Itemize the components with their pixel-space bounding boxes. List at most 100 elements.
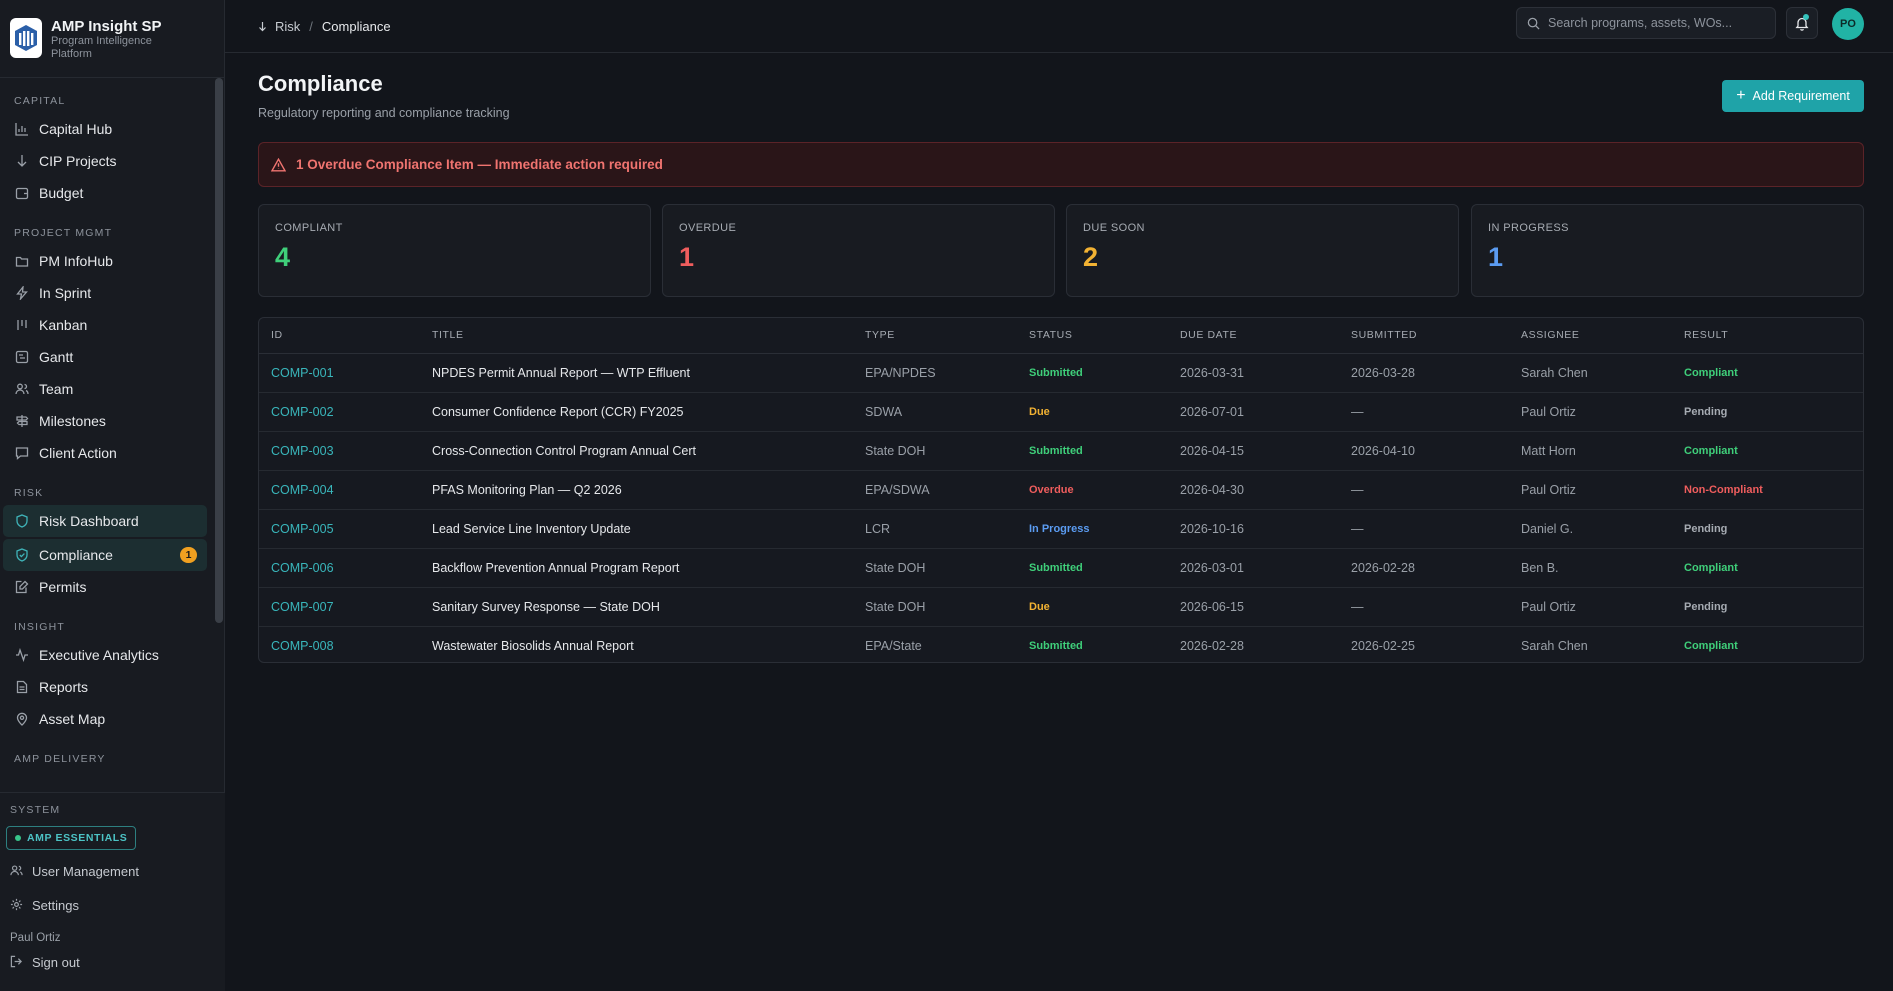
table-row[interactable]: COMP-007 Sanitary Survey Response — State… [259,587,1863,627]
row-status: Due [1017,587,1168,627]
row-title: Backflow Prevention Annual Program Repor… [420,548,853,588]
sidebar-scrollbar[interactable] [214,78,224,623]
bar-chart-icon [14,122,29,137]
sidebar-item-risk-dashboard[interactable]: Risk Dashboard [3,505,207,537]
stat-card-compliant: COMPLIANT 4 [258,204,651,297]
row-submitted: 2026-02-25 [1351,638,1415,653]
edit-doc-icon [14,580,29,595]
row-type: State DOH [853,431,1017,471]
row-title: Wastewater Biosolids Annual Report [432,638,634,653]
row-id-link[interactable]: COMP-008 [259,626,420,662]
table-row[interactable]: COMP-002 Consumer Confidence Report (CCR)… [259,392,1863,432]
brand[interactable]: AMP Insight SP Program Intelligence Plat… [0,0,224,78]
row-title: Cross-Connection Control Program Annual … [420,431,853,471]
signpost-icon [14,414,29,429]
row-type: SDWA [853,392,1017,432]
page-title: Compliance [258,71,383,96]
sidebar-item-pm-infohub[interactable]: PM InfoHub [3,245,207,277]
breadcrumb-risk[interactable]: Risk [275,19,300,34]
sidebar-item-asset-map[interactable]: Asset Map [3,703,207,735]
sidebar-item-executive-analytics[interactable]: Executive Analytics [3,639,207,671]
add-requirement-button[interactable]: + Add Requirement [1722,80,1864,112]
search-input[interactable] [1548,16,1748,30]
table-row[interactable]: COMP-004 PFAS Monitoring Plan — Q2 2026 EP… [259,470,1863,510]
nav-section-amp-delivery: AMP DELIVERY [14,753,106,765]
stat-card-in-progress: IN PROGRESS 1 [1471,204,1864,297]
sidebar-item-kanban[interactable]: Kanban [3,309,207,341]
system-panel: SYSTEM AMP ESSENTIALS User Management Se… [0,792,225,991]
sidebar-item-cip-projects[interactable]: CIP Projects [3,145,207,177]
gear-icon [10,898,24,912]
sidebar-scrollbar-thumb[interactable] [215,78,223,623]
message-icon [14,446,29,461]
table-row[interactable]: COMP-003 Cross-Connection Control Program… [259,431,1863,471]
sidebar-item-client-action[interactable]: Client Action [3,437,207,469]
row-status: Submitted [1029,639,1083,652]
sidebar: AMP Insight SP Program Intelligence Plat… [0,0,225,991]
file-text-icon [14,680,29,695]
sidebar-item-user-management[interactable]: User Management [0,854,225,888]
row-id-link[interactable]: COMP-005 [259,509,420,549]
row-type: State DOH [853,587,1017,627]
sidebar-item-reports[interactable]: Reports [3,671,207,703]
sidebar-item-milestones[interactable]: Milestones [3,405,207,437]
row-assignee: Matt Horn [1509,431,1672,471]
row-assignee: Daniel G. [1509,509,1672,549]
search-box[interactable] [1516,7,1776,39]
row-type: EPA/State [865,638,922,653]
row-id-link[interactable]: COMP-007 [259,587,420,627]
sidebar-item-permits[interactable]: Permits [3,571,207,603]
row-due-date: 2026-03-01 [1168,548,1339,588]
column-header-status[interactable]: STATUS [1017,318,1168,354]
table-row[interactable]: COMP-001 NPDES Permit Annual Report — WTP… [259,353,1863,393]
nav-section-capital: CAPITAL [14,95,66,107]
sidebar-item-gantt[interactable]: Gantt [3,341,207,373]
table-row[interactable]: COMP-005 Lead Service Line Inventory Upda… [259,509,1863,549]
compliance-table: ID TITLE TYPE STATUS DUE DATE SUBMITTED … [258,317,1864,663]
warning-triangle-icon [271,157,286,172]
row-status: Submitted [1017,353,1168,393]
row-submitted: 2026-02-28 [1339,548,1509,588]
row-id-link[interactable]: COMP-002 [259,392,420,432]
table-row[interactable]: COMP-008 Wastewater Biosolids Annual Repo… [259,626,1863,662]
row-due-date: 2026-02-28 [1180,638,1244,653]
row-submitted: 2026-04-10 [1339,431,1509,471]
sidebar-item-budget[interactable]: Budget [3,177,207,209]
row-status: Submitted [1017,548,1168,588]
search-icon [1527,17,1540,30]
column-header-type[interactable]: TYPE [853,318,1017,354]
row-submitted: — [1339,470,1509,510]
row-id-link[interactable]: COMP-001 [259,353,420,393]
sidebar-item-team[interactable]: Team [3,373,207,405]
nav-section-insight: INSIGHT [14,621,65,633]
wallet-icon [14,186,29,201]
column-header-result[interactable]: RESULT [1672,318,1863,354]
row-id-link[interactable]: COMP-004 [259,470,420,510]
column-header-id[interactable]: ID [259,318,420,354]
row-type: EPA/SDWA [853,470,1017,510]
sign-out-button[interactable]: Sign out [0,950,225,974]
row-title: Consumer Confidence Report (CCR) FY2025 [420,392,853,432]
shield-check-icon [14,548,29,563]
column-header-due-date[interactable]: DUE DATE [1168,318,1339,354]
amp-essentials-badge[interactable]: AMP ESSENTIALS [6,826,137,850]
notifications-button[interactable] [1786,7,1818,39]
column-header-assignee[interactable]: ASSIGNEE [1509,318,1672,354]
column-header-submitted[interactable]: SUBMITTED [1339,318,1509,354]
column-header-title[interactable]: TITLE [420,318,853,354]
stat-card-overdue: OVERDUE 1 [662,204,1055,297]
nav-list: CAPITAL Capital Hub CIP Projects Budget … [0,78,225,792]
sidebar-item-compliance[interactable]: Compliance 1 [3,539,207,571]
row-due-date: 2026-06-15 [1168,587,1339,627]
table-row[interactable]: COMP-006 Backflow Prevention Annual Progr… [259,548,1863,588]
sidebar-item-capital-hub[interactable]: Capital Hub [3,113,207,145]
row-type: LCR [853,509,1017,549]
row-id-link[interactable]: COMP-003 [259,431,420,471]
row-id-link[interactable]: COMP-006 [259,548,420,588]
sidebar-item-in-sprint[interactable]: In Sprint [3,277,207,309]
status-dot-icon [15,835,21,841]
breadcrumb-separator: / [309,18,313,34]
sidebar-item-settings[interactable]: Settings [0,888,225,922]
avatar[interactable]: PO [1832,8,1864,40]
breadcrumb-arrow-icon [258,21,267,32]
